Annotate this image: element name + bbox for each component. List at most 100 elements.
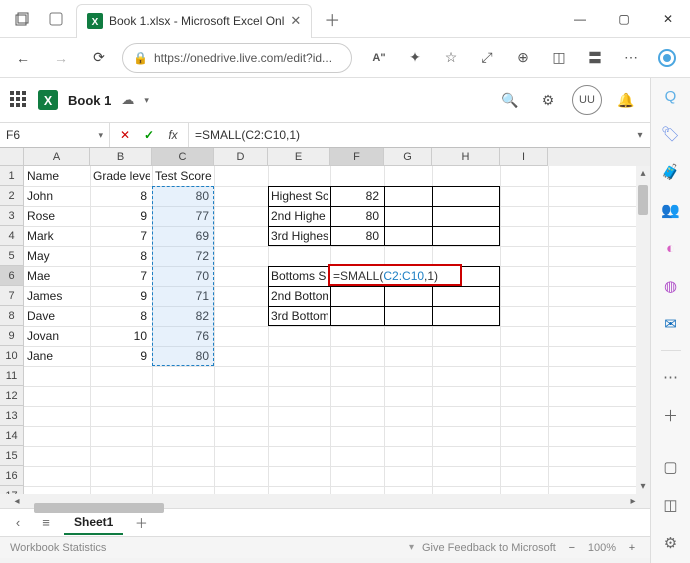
cell-C7[interactable]: 71 (152, 286, 212, 306)
favorite-icon[interactable]: ☆ (436, 43, 466, 73)
back-button[interactable]: ← (8, 43, 38, 73)
vertical-scrollbar[interactable]: ▴ ▾ (636, 166, 650, 494)
cell-E7[interactable]: 2nd Bottom (268, 286, 328, 306)
cell-C3[interactable]: 77 (152, 206, 212, 226)
reading-mode-icon[interactable]: A" (364, 43, 394, 73)
row-header-4[interactable]: 4 (0, 226, 24, 246)
browser-tab-active[interactable]: X Book 1.xlsx - Microsoft Excel Onl ✕ (76, 4, 312, 38)
row-header-6[interactable]: 6 (0, 266, 24, 286)
cells-area[interactable]: NameGrade levelTest ScoreJohn880Rose977M… (24, 166, 650, 494)
row-headers[interactable]: 1234567891011121314151617 (0, 166, 24, 494)
feedback-button[interactable]: Give Feedback to Microsoft (422, 542, 556, 554)
row-header-17[interactable]: 17 (0, 486, 24, 494)
row-header-1[interactable]: 1 (0, 166, 24, 186)
address-bar[interactable]: 🔒 https://onedrive.live.com/edit?id... (122, 43, 352, 73)
spreadsheet-grid[interactable]: ABCDEFGHI 1234567891011121314151617 Name… (0, 148, 650, 508)
zoom-level[interactable]: 100% (588, 542, 616, 554)
extensions-icon[interactable]: ⊕ (508, 43, 538, 73)
cell-C4[interactable]: 69 (152, 226, 212, 246)
cell-A5[interactable]: May (24, 246, 88, 266)
cell-B4[interactable]: 7 (90, 226, 150, 246)
sidebar-tool2-icon[interactable]: ◫ (659, 493, 683, 517)
user-avatar[interactable]: UU (572, 85, 602, 115)
row-header-10[interactable]: 10 (0, 346, 24, 366)
cell-B8[interactable]: 8 (90, 306, 150, 326)
column-header-B[interactable]: B (90, 148, 152, 166)
row-header-5[interactable]: 5 (0, 246, 24, 266)
fx-icon[interactable]: fx (164, 126, 182, 144)
cell-C5[interactable]: 72 (152, 246, 212, 266)
sheet-prev-button[interactable]: ‹ (8, 513, 28, 533)
hscroll-thumb[interactable] (34, 503, 164, 513)
row-header-14[interactable]: 14 (0, 426, 24, 446)
cell-C10[interactable]: 80 (152, 346, 212, 366)
row-header-16[interactable]: 16 (0, 466, 24, 486)
sheet-tab-active[interactable]: Sheet1 (64, 511, 123, 535)
row-header-2[interactable]: 2 (0, 186, 24, 206)
cell-A1[interactable]: Name (24, 166, 88, 186)
cell-F2[interactable]: 82 (330, 186, 382, 206)
column-header-A[interactable]: A (24, 148, 90, 166)
add-sheet-button[interactable]: ＋ (131, 513, 151, 533)
forward-button[interactable]: → (46, 43, 76, 73)
sidebar-tool1-icon[interactable]: ▢ (659, 455, 683, 479)
cell-B3[interactable]: 9 (90, 206, 150, 226)
formula-input[interactable]: =SMALL(C2:C10,1) (189, 123, 630, 147)
cell-A6[interactable]: Mae (24, 266, 88, 286)
more-icon[interactable]: ⋯ (616, 43, 646, 73)
workbook-statistics-button[interactable]: Workbook Statistics (10, 542, 106, 554)
sidebar-outlook-icon[interactable]: ✉ (659, 312, 683, 336)
cell-A3[interactable]: Rose (24, 206, 88, 226)
row-header-12[interactable]: 12 (0, 386, 24, 406)
horizontal-scrollbar[interactable]: ◂ ▸ (0, 494, 650, 508)
scroll-down-icon[interactable]: ▾ (640, 479, 645, 494)
cell-E8[interactable]: 3rd Bottom (268, 306, 328, 326)
cell-C2[interactable]: 80 (152, 186, 212, 206)
cell-A9[interactable]: Jovan (24, 326, 88, 346)
column-header-G[interactable]: G (384, 148, 432, 166)
vscroll-thumb[interactable] (638, 185, 648, 215)
column-header-C[interactable]: C (152, 148, 214, 166)
sidebar-shopping-icon[interactable]: 🧳 (659, 160, 683, 184)
sidebar-cortana-icon[interactable]: ◐ (659, 236, 683, 260)
sidebar-onenote-icon[interactable]: ◍ (659, 274, 683, 298)
cell-A10[interactable]: Jane (24, 346, 88, 366)
cell-C1[interactable]: Test Score (152, 166, 212, 186)
row-header-3[interactable]: 3 (0, 206, 24, 226)
cell-F4[interactable]: 80 (330, 226, 382, 246)
select-all-corner[interactable] (0, 148, 24, 166)
formula-expand-button[interactable]: ▾ (630, 130, 650, 141)
formula-enter-button[interactable]: ✓ (140, 126, 158, 144)
cell-A2[interactable]: John (24, 186, 88, 206)
all-sheets-button[interactable]: ≡ (36, 513, 56, 533)
window-close-button[interactable]: ✕ (646, 0, 690, 38)
tab-stack-icon[interactable] (8, 5, 36, 33)
refresh-button[interactable]: ⟳ (84, 43, 114, 73)
column-header-I[interactable]: I (500, 148, 548, 166)
scroll-up-icon[interactable]: ▴ (640, 166, 645, 181)
namebox-caret-icon[interactable]: ▾ (98, 130, 103, 141)
search-button[interactable]: 🔍 (496, 86, 524, 114)
workbook-menu-caret[interactable]: ▾ (144, 95, 149, 106)
settings-button[interactable]: ⚙ (534, 86, 562, 114)
cell-E2[interactable]: Highest Sc (268, 186, 328, 206)
tab-placeholder-icon[interactable] (42, 5, 70, 33)
workbook-name[interactable]: Book 1 (68, 93, 111, 108)
row-header-15[interactable]: 15 (0, 446, 24, 466)
sidebar-add-icon[interactable]: ＋ (659, 403, 683, 427)
column-header-H[interactable]: H (432, 148, 500, 166)
collections-icon[interactable]: ◫ (544, 43, 574, 73)
cell-B6[interactable]: 7 (90, 266, 150, 286)
cell-C9[interactable]: 76 (152, 326, 212, 346)
cell-A8[interactable]: Dave (24, 306, 88, 326)
cell-F3[interactable]: 80 (330, 206, 382, 226)
row-header-7[interactable]: 7 (0, 286, 24, 306)
cell-B1[interactable]: Grade level (90, 166, 150, 186)
copilot-icon[interactable] (652, 43, 682, 73)
row-header-9[interactable]: 9 (0, 326, 24, 346)
zoom-out-button[interactable]: − (564, 540, 580, 556)
app-launcher-icon[interactable] (10, 91, 28, 109)
zoom-in-button[interactable]: + (624, 540, 640, 556)
read-aloud-icon[interactable]: ✦ (400, 43, 430, 73)
sync-icon[interactable]: ⤢ (472, 43, 502, 73)
